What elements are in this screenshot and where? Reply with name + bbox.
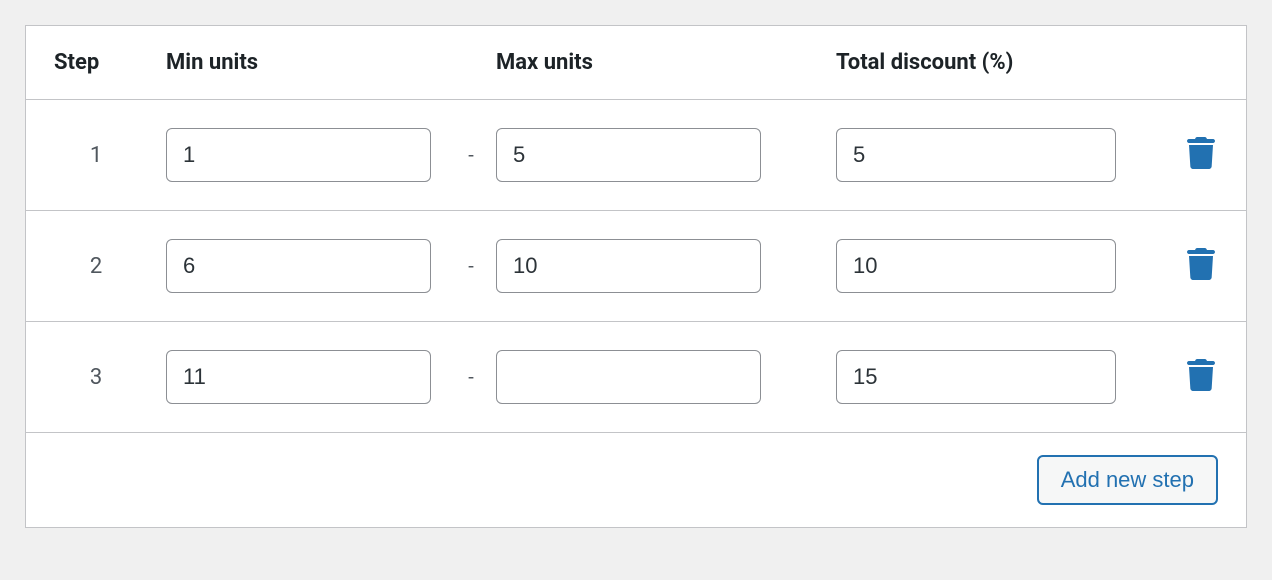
trash-icon [1187, 248, 1215, 284]
range-separator: - [446, 143, 496, 167]
table-row: 3 - [26, 322, 1246, 433]
trash-icon [1187, 359, 1215, 395]
step-number: 2 [26, 254, 166, 279]
header-total-discount: Total discount (%) [836, 50, 1156, 75]
table-row: 2 - [26, 211, 1246, 322]
table-header: Step Min units Max units Total discount … [26, 26, 1246, 100]
max-units-input[interactable] [496, 128, 761, 182]
delete-row-button[interactable] [1156, 137, 1246, 173]
discount-input[interactable] [836, 239, 1116, 293]
max-units-input[interactable] [496, 239, 761, 293]
max-units-input[interactable] [496, 350, 761, 404]
delete-row-button[interactable] [1156, 359, 1246, 395]
range-separator: - [446, 365, 496, 389]
discount-steps-table: Step Min units Max units Total discount … [25, 25, 1247, 528]
table-footer: Add new step [26, 433, 1246, 527]
step-number: 1 [26, 143, 166, 168]
range-separator: - [446, 254, 496, 278]
min-units-input[interactable] [166, 239, 431, 293]
header-min-units: Min units [166, 50, 446, 75]
delete-row-button[interactable] [1156, 248, 1246, 284]
table-row: 1 - [26, 100, 1246, 211]
discount-input[interactable] [836, 350, 1116, 404]
trash-icon [1187, 137, 1215, 173]
header-step: Step [26, 50, 166, 75]
header-max-units: Max units [496, 50, 836, 75]
step-number: 3 [26, 365, 166, 390]
discount-input[interactable] [836, 128, 1116, 182]
min-units-input[interactable] [166, 128, 431, 182]
add-new-step-button[interactable]: Add new step [1037, 455, 1218, 505]
min-units-input[interactable] [166, 350, 431, 404]
